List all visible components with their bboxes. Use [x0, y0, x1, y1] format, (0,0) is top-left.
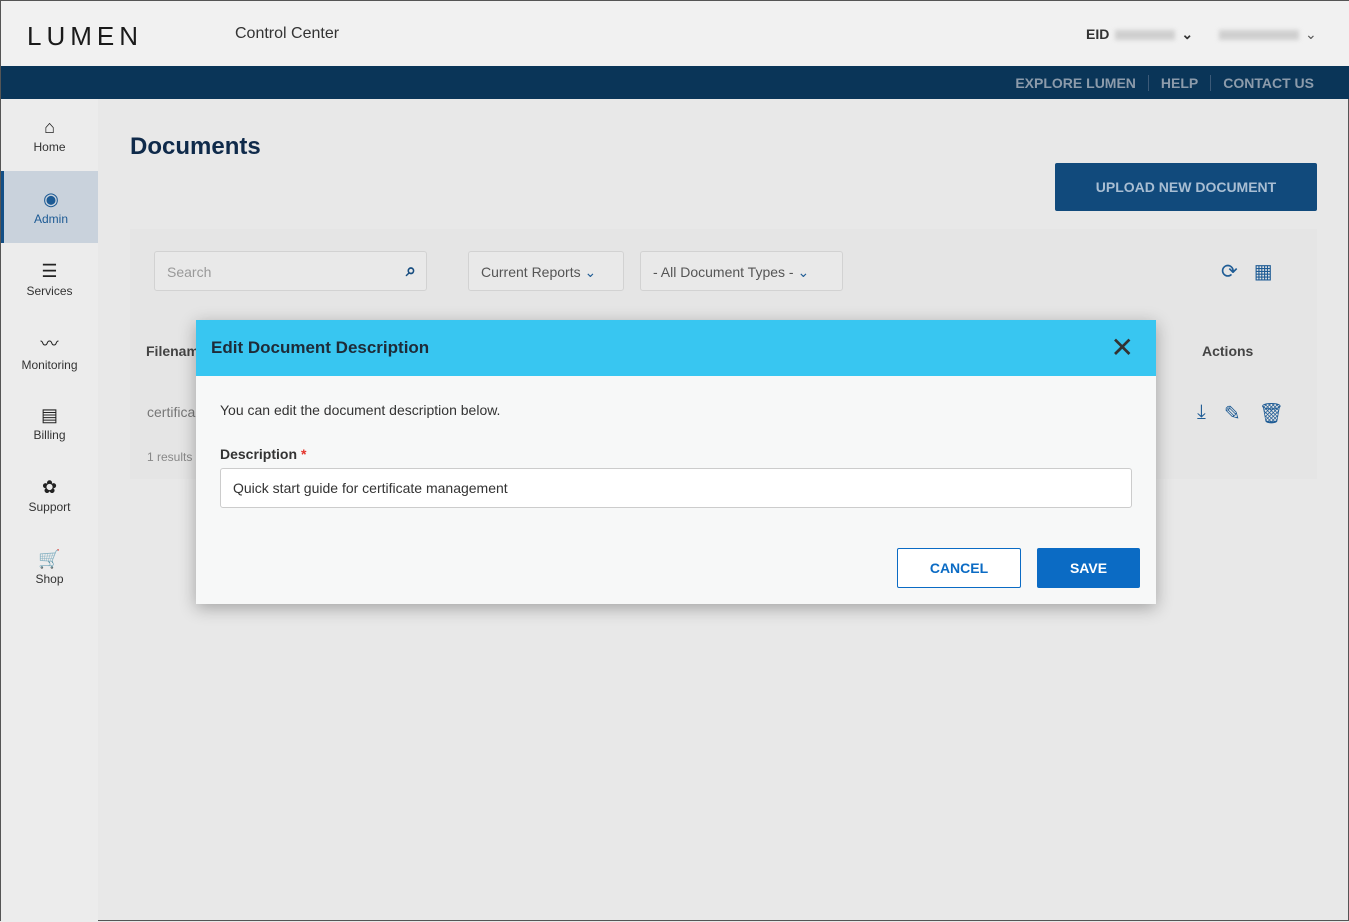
search-icon[interactable]: ⌕: [406, 260, 416, 281]
cart-icon: 🛒: [38, 548, 61, 569]
sidebar-item-shop[interactable]: 🛒 Shop: [1, 531, 98, 603]
document-types-dropdown[interactable]: - All Document Types - ⌄: [640, 251, 843, 291]
download-icon[interactable]: ⤓: [1197, 401, 1206, 426]
description-label: Description *: [220, 446, 306, 462]
dropdown-label: - All Document Types -: [653, 264, 794, 280]
sidebar-item-admin[interactable]: ◉ Admin: [1, 171, 98, 243]
user-menu[interactable]: ⌄: [1213, 26, 1317, 43]
modal-title: Edit Document Description: [211, 338, 430, 357]
column-header-actions: Actions: [1202, 343, 1254, 359]
explore-lumen-link[interactable]: EXPLORE LUMEN: [1003, 75, 1148, 91]
utility-nav: EXPLORE LUMEN HELP CONTACT US: [1, 66, 1349, 99]
sidebar-item-label: Billing: [33, 427, 66, 442]
results-count: 1 results: [147, 450, 193, 464]
description-input[interactable]: [220, 468, 1132, 508]
eid-selector[interactable]: EID ⌄: [1086, 26, 1193, 43]
pulse-icon: 〰: [40, 334, 59, 354]
required-asterisk: *: [301, 446, 307, 462]
chevron-down-icon: ⌄: [797, 264, 810, 280]
dropdown-label: Current Reports: [481, 264, 581, 280]
edit-pencil-icon[interactable]: ✎: [1224, 401, 1241, 426]
table-settings-icon[interactable]: ▦: [1254, 259, 1273, 284]
column-header-filename[interactable]: Filenam: [146, 343, 199, 359]
sidebar-item-label: Services: [26, 283, 73, 298]
trash-icon[interactable]: 🗑: [1259, 401, 1284, 426]
top-header: LUMEN Control Center EID ⌄ ⌄: [1, 1, 1349, 66]
chevron-down-icon: ⌄: [1181, 26, 1194, 42]
eid-value-redacted: [1115, 30, 1176, 41]
table-row-filename: certifica: [147, 404, 196, 420]
support-icon: ✿: [41, 476, 58, 497]
cancel-button[interactable]: CANCEL: [897, 548, 1021, 588]
lumen-logo[interactable]: LUMEN: [27, 21, 143, 52]
help-link[interactable]: HELP: [1147, 75, 1210, 91]
save-button[interactable]: SAVE: [1037, 548, 1140, 588]
reports-filter-dropdown[interactable]: Current Reports ⌄: [468, 251, 624, 291]
search-input[interactable]: Search ⌕: [154, 251, 427, 291]
sidebar-item-support[interactable]: ✿ Support: [1, 459, 98, 531]
upload-new-document-button[interactable]: UPLOAD NEW DOCUMENT: [1055, 163, 1317, 211]
contact-us-link[interactable]: CONTACT US: [1210, 75, 1326, 91]
chevron-down-icon: ⌄: [584, 264, 597, 280]
sidebar-item-billing[interactable]: ▤ Billing: [1, 387, 98, 459]
sidebar-item-home[interactable]: ⌂ Home: [1, 99, 98, 171]
sidebar-item-label: Shop: [35, 571, 64, 586]
refresh-icon[interactable]: ⟳: [1221, 259, 1238, 284]
sidebar-item-label: Home: [33, 139, 66, 154]
sidebar-item-label: Admin: [33, 211, 68, 226]
search-placeholder: Search: [167, 264, 212, 280]
modal-intro-text: You can edit the document description be…: [220, 402, 501, 418]
home-icon: ⌂: [44, 116, 55, 137]
sidebar-item-label: Support: [28, 499, 71, 514]
username-redacted: [1219, 30, 1299, 41]
page-title: Documents: [130, 133, 261, 160]
user-circle-icon: ◉: [43, 188, 59, 209]
invoice-icon: ▤: [40, 404, 58, 425]
sidebar-item-label: Monitoring: [21, 358, 78, 372]
field-label-text: Description: [220, 446, 298, 462]
chevron-down-icon: ⌄: [1305, 26, 1317, 42]
sidebar-item-monitoring[interactable]: 〰 Monitoring: [1, 315, 98, 387]
modal-header: Edit Document Description: [196, 320, 1156, 376]
sidebar-item-services[interactable]: ☰ Services: [1, 243, 98, 315]
edit-description-modal: Edit Document Description ✕ You can edit…: [196, 320, 1156, 604]
app-name: Control Center: [235, 25, 340, 42]
eid-label: EID: [1086, 26, 1110, 42]
list-icon: ☰: [41, 260, 58, 281]
close-icon[interactable]: ✕: [1111, 334, 1134, 362]
sidebar: ⌂ Home ◉ Admin ☰ Services 〰 Monitoring ▤ Bill…: [1, 99, 98, 922]
